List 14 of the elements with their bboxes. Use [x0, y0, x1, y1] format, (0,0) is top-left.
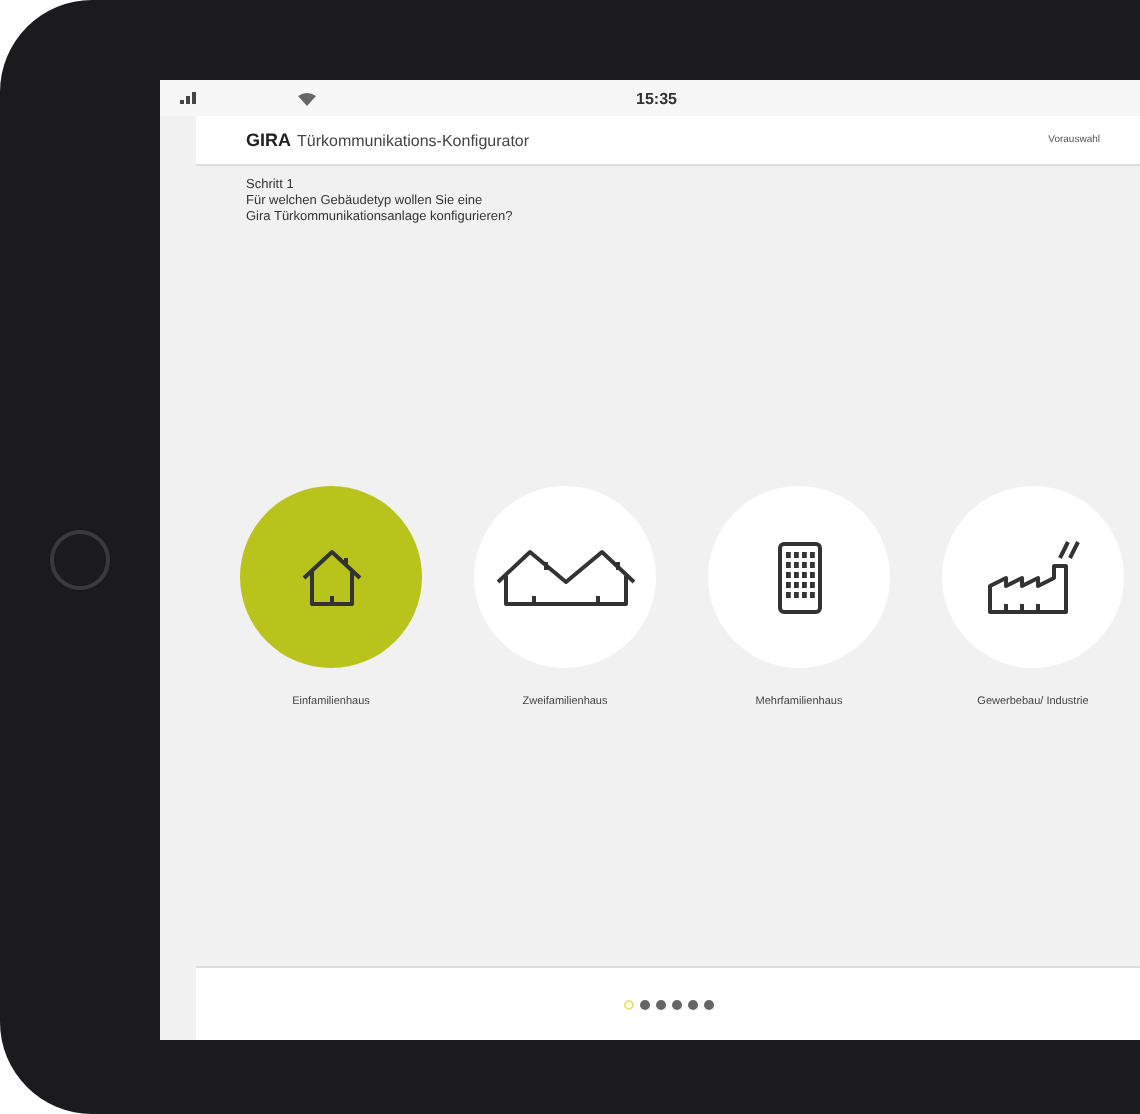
signal-icon — [180, 92, 198, 104]
building-icon — [775, 539, 823, 616]
page-dot[interactable] — [671, 999, 681, 1009]
page-dot[interactable] — [703, 999, 713, 1009]
page-dot[interactable] — [639, 999, 649, 1009]
clock-time: 15:35 — [636, 89, 677, 107]
factory-icon — [985, 537, 1081, 618]
page-dot[interactable] — [687, 999, 697, 1009]
brand-logo: GIRA — [246, 130, 291, 150]
houses-icon — [493, 545, 637, 610]
page-dot[interactable] — [655, 999, 665, 1009]
app-title: Türkommunikations-Konfigurator — [297, 131, 532, 149]
page-dot[interactable] — [623, 999, 633, 1009]
wifi-icon — [298, 91, 316, 105]
